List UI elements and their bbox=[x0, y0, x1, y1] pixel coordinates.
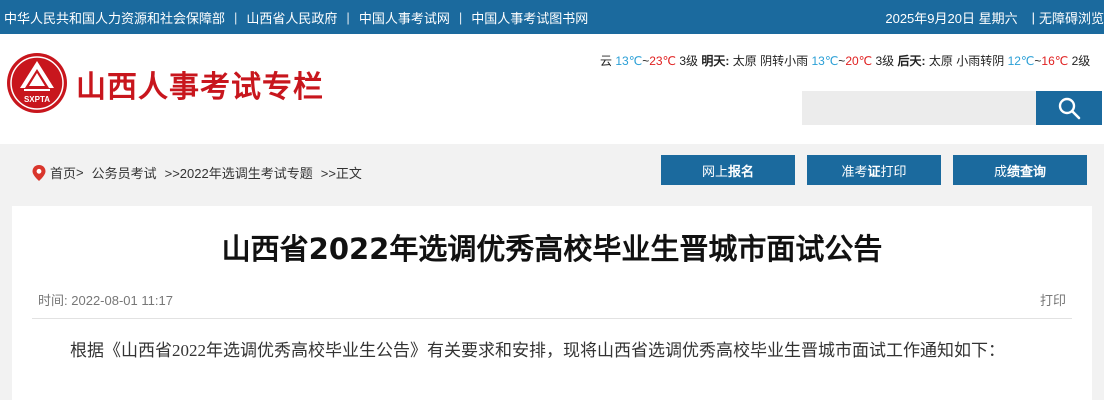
weather-dayafter-low: 12℃ bbox=[1007, 54, 1035, 68]
print-link[interactable]: 打印 bbox=[1040, 290, 1066, 309]
weather-tomorrow-city: 太原 bbox=[732, 54, 757, 68]
weather-dayafter-wind: 2级 bbox=[1071, 54, 1091, 68]
link-separator: | bbox=[1031, 9, 1035, 25]
header: SXPTA 山西人事考试专栏 云 13℃~23℃ 3级 明天: 太原 阴转小雨 … bbox=[0, 34, 1104, 144]
link-shanxi-gov[interactable]: 山西省人民政府 bbox=[246, 8, 337, 27]
location-pin-icon bbox=[32, 164, 46, 181]
weather-tomorrow-low: 13℃ bbox=[811, 54, 839, 68]
button-text: 打印 bbox=[880, 163, 907, 179]
search-button[interactable] bbox=[1036, 91, 1102, 125]
site-title: 山西人事考试专栏 bbox=[76, 70, 324, 105]
time-value: 2022-08-01 11:17 bbox=[71, 293, 173, 308]
breadcrumb: 首页 > 公务员考试 >>2022年选调生考试专题 >>正文 bbox=[32, 163, 362, 182]
breadcrumb-topic[interactable]: >>2022年选调生考试专题 bbox=[165, 163, 313, 182]
top-bar: 中华人民共和国人力资源和社会保障部 | 山西省人民政府 | 中国人事考试网 | … bbox=[0, 0, 1104, 34]
current-date: 2025年9月20日 星期六 bbox=[885, 10, 1018, 26]
weather-tomorrow-desc: 阴转小雨 bbox=[760, 54, 809, 68]
weather-dayafter-high: 16℃ bbox=[1041, 54, 1069, 68]
button-text: 网上 bbox=[701, 163, 728, 179]
divider bbox=[32, 318, 1072, 319]
link-separator: | bbox=[346, 9, 350, 25]
weather-today-desc: 云 bbox=[600, 54, 613, 68]
score-query-button[interactable]: 成绩查询 bbox=[953, 155, 1087, 185]
weather-today-low: 13℃ bbox=[615, 54, 643, 68]
breadcrumb-sep: > bbox=[76, 165, 84, 180]
button-text-bold: 证 bbox=[867, 163, 881, 179]
search-input[interactable] bbox=[802, 91, 1036, 125]
link-separator: | bbox=[458, 9, 463, 25]
article-title: 山西省2022年选调优秀高校毕业生晋城市面试公告 bbox=[221, 232, 883, 266]
link-cpta[interactable]: 中国人事考试网 bbox=[359, 8, 450, 27]
weather-dayafter-desc: 小雨转阴 bbox=[956, 54, 1005, 68]
button-text: 准考 bbox=[841, 163, 868, 179]
logo-text: SXPTA bbox=[24, 95, 50, 104]
breadcrumb-civil-service[interactable]: 公务员考试 bbox=[92, 163, 157, 182]
weather-today-high: 23℃ bbox=[649, 54, 677, 68]
accessibility-link[interactable]: 无障碍浏览 bbox=[1039, 8, 1104, 27]
article-paragraph: 根据《山西省2022年选调优秀高校毕业生公告》有关要求和安排，现将山西省选调优秀… bbox=[70, 341, 1005, 360]
weather-ticker: 云 13℃~23℃ 3级 明天: 太原 阴转小雨 13℃~20℃ 3级 后天: … bbox=[600, 52, 1104, 69]
article-card: 山西省2022年选调优秀高校毕业生晋城市面试公告 时间: 2022-08-01 … bbox=[12, 206, 1092, 400]
button-text-bold: 绩查询 bbox=[1007, 163, 1047, 179]
top-links: 中华人民共和国人力资源和社会保障部 | 山西省人民政府 | 中国人事考试网 | … bbox=[4, 0, 588, 34]
weather-dayafter-city: 太原 bbox=[928, 54, 953, 68]
breadcrumb-current: >>正文 bbox=[320, 166, 362, 181]
admit-card-print-button[interactable]: 准考证打印 bbox=[807, 155, 941, 185]
search-box bbox=[802, 91, 1102, 125]
link-book-site[interactable]: 中国人事考试图书网 bbox=[471, 8, 588, 27]
weather-today-wind: 3级 bbox=[679, 54, 699, 68]
button-text: 成 bbox=[993, 163, 1007, 179]
weather-dayafter-label: 后天: bbox=[897, 54, 926, 68]
button-text-bold: 报名 bbox=[728, 163, 755, 179]
weather-tomorrow-wind: 3级 bbox=[875, 54, 895, 68]
sxpta-logo[interactable]: SXPTA bbox=[6, 52, 68, 114]
link-separator: | bbox=[234, 9, 238, 25]
online-register-button[interactable]: 网上 报名 bbox=[661, 155, 795, 185]
article-meta: 时间: 2022-08-01 11:17 bbox=[38, 290, 173, 309]
time-label: 时间: bbox=[38, 293, 68, 308]
breadcrumb-home[interactable]: 首页 bbox=[50, 163, 76, 182]
weather-tomorrow-high: 20℃ bbox=[845, 54, 873, 68]
link-mohrss[interactable]: 中华人民共和国人力资源和社会保障部 bbox=[4, 8, 225, 27]
weather-tomorrow-label: 明天: bbox=[701, 54, 730, 68]
top-right: 2025年9月20日 星期六 | 无障碍浏览 bbox=[885, 0, 1104, 34]
search-icon bbox=[1058, 97, 1081, 120]
